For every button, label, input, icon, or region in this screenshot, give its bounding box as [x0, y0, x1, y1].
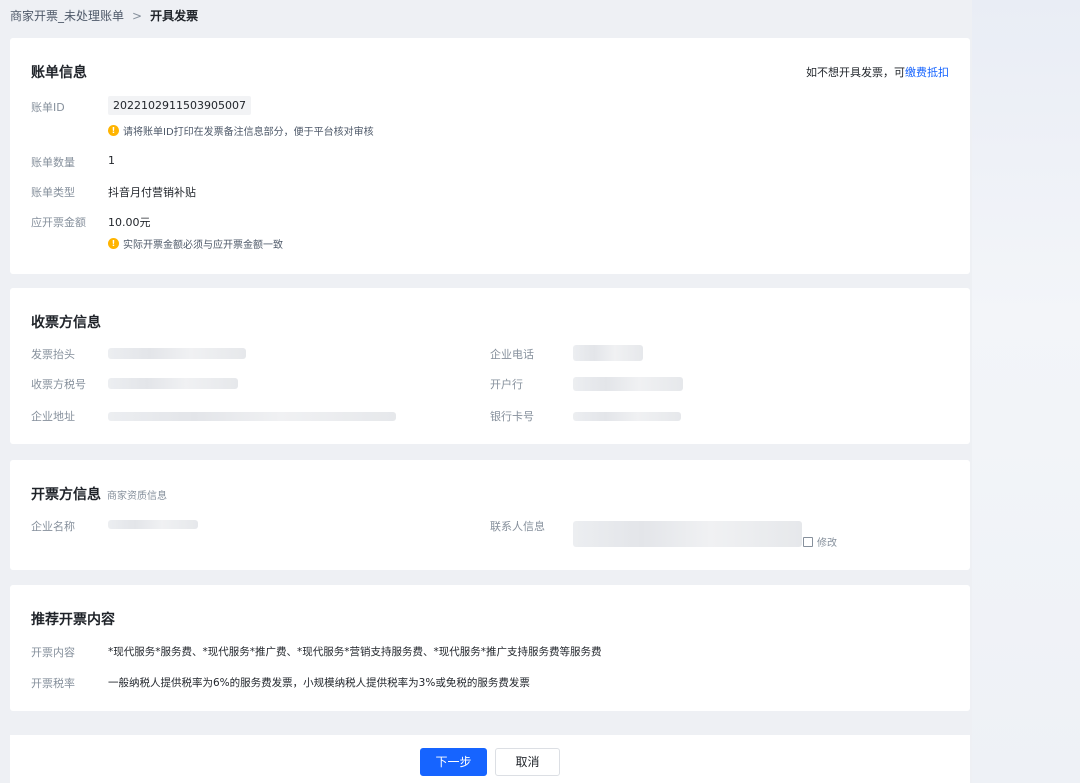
background-decoration: [972, 0, 1080, 783]
receiver-info-title: 收票方信息: [31, 315, 101, 331]
receiver-info-card: 收票方信息 发票抬头 企业电话 收票方税号 开户行 企业地址 银行卡号: [10, 288, 970, 444]
bill-id-tip-text: 请将账单ID打印在发票备注信息部分，便于平台核对审核: [123, 127, 374, 138]
contact-info-label: 联系人信息: [490, 520, 545, 533]
amount-tip: ! 实际开票金额必须与应开票金额一致: [108, 236, 283, 251]
bank-label: 开户行: [490, 378, 523, 391]
next-step-button[interactable]: 下一步: [420, 748, 487, 776]
invoice-content-label: 开票内容: [31, 646, 75, 659]
tax-rate-value: 一般纳税人提供税率为6%的服务费发票，小规模纳税人提供税率为3%或免税的服务费发…: [108, 677, 530, 689]
issuer-info-title-text: 开票方信息: [31, 487, 101, 503]
edit-icon: [803, 536, 813, 547]
bill-id-label: 账单ID: [31, 101, 65, 114]
invoice-header-redacted: [108, 348, 246, 359]
company-phone-redacted: [573, 345, 643, 361]
breadcrumb-current: 开具发票: [150, 9, 199, 23]
invoice-header-label: 发票抬头: [31, 348, 75, 361]
bill-id-tip: ! 请将账单ID打印在发票备注信息部分，便于平台核对审核: [108, 123, 374, 138]
company-phone-label: 企业电话: [490, 348, 534, 361]
amount-label: 应开票金额: [31, 216, 86, 229]
bill-info-title: 账单信息: [31, 65, 87, 81]
company-name-label: 企业名称: [31, 520, 75, 533]
tax-rate-label: 开票税率: [31, 677, 75, 690]
bill-id-value: 2022102911503905007: [108, 96, 251, 115]
receiver-tax-no-label: 收票方税号: [31, 378, 86, 391]
bill-count-value: 1: [108, 154, 115, 167]
issuer-info-subtitle: 商家资质信息: [107, 491, 167, 502]
opt-out-prefix: 如不想开具发票，可: [806, 66, 905, 79]
bill-type-label: 账单类型: [31, 186, 75, 199]
breadcrumb: 商家开票_未处理账单 > 开具发票: [10, 6, 198, 26]
issuer-info-title: 开票方信息 商家资质信息: [31, 484, 167, 504]
company-name-redacted: [108, 520, 198, 529]
footer-bar: 下一步 取消: [10, 735, 970, 783]
receiver-tax-no-redacted: [108, 378, 238, 389]
amount-tip-text: 实际开票金额必须与应开票金额一致: [123, 240, 283, 251]
recommend-card: 推荐开票内容 开票内容 *现代服务*服务费、*现代服务*推广费、*现代服务*营销…: [10, 585, 970, 711]
warning-icon: !: [108, 125, 119, 136]
contact-info-redacted: [573, 521, 802, 547]
edit-contact-label: 修改: [817, 538, 837, 549]
recommend-title: 推荐开票内容: [31, 612, 115, 628]
issuer-info-card: 开票方信息 商家资质信息 企业名称 联系人信息 修改: [10, 460, 970, 570]
cancel-button[interactable]: 取消: [495, 748, 560, 776]
bank-redacted: [573, 377, 683, 391]
opt-out-text: 如不想开具发票，可缴费抵扣: [806, 64, 949, 80]
company-address-redacted: [108, 412, 396, 421]
bill-type-value: 抖音月付营销补贴: [108, 186, 196, 199]
invoice-content-value: *现代服务*服务费、*现代服务*推广费、*现代服务*营销支持服务费、*现代服务*…: [108, 646, 602, 658]
breadcrumb-separator: >: [132, 9, 143, 23]
bank-card-no-label: 银行卡号: [490, 410, 534, 423]
amount-value: 10.00元: [108, 216, 151, 229]
bank-card-no-redacted: [573, 412, 681, 421]
company-address-label: 企业地址: [31, 410, 75, 423]
fee-deduction-link[interactable]: 缴费抵扣: [905, 66, 949, 79]
bill-count-label: 账单数量: [31, 156, 75, 169]
breadcrumb-parent-link[interactable]: 商家开票_未处理账单: [10, 6, 124, 26]
bill-info-card: 账单信息 如不想开具发票，可缴费抵扣 账单ID 2022102911503905…: [10, 38, 970, 274]
warning-icon: !: [108, 238, 119, 249]
edit-contact-button[interactable]: 修改: [803, 534, 837, 549]
